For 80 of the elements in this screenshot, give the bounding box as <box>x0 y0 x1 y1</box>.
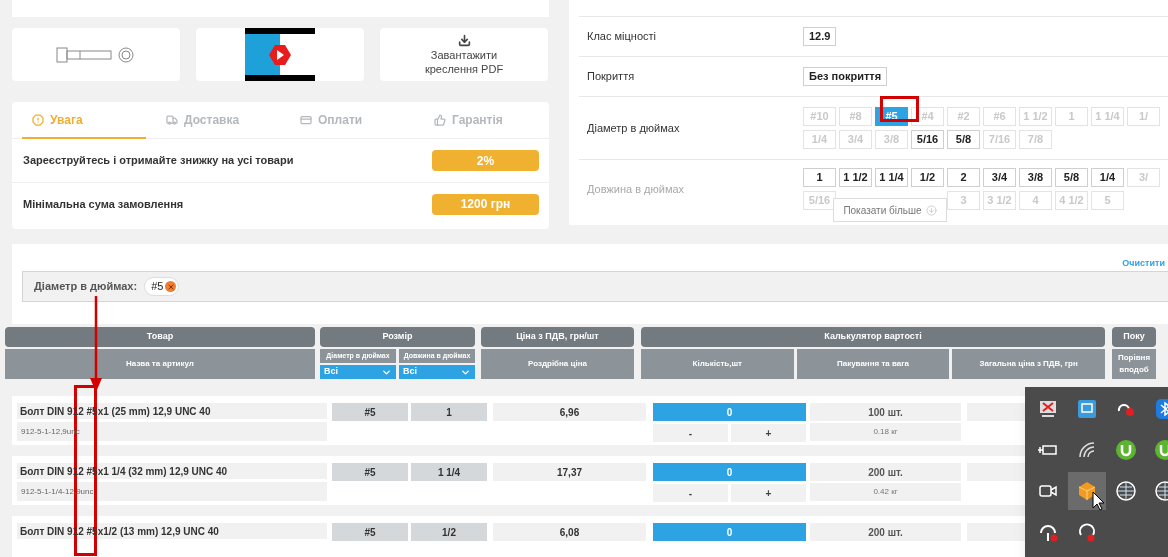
cursor-icon <box>1092 491 1105 511</box>
column-header: Назва та артикул <box>5 349 315 379</box>
option-chip[interactable]: 1 1/4 <box>875 168 908 187</box>
quantity-field[interactable]: 0 <box>653 403 806 421</box>
weight-cell: 0.42 кг <box>810 483 961 501</box>
remove-icon[interactable] <box>165 281 177 292</box>
tab[interactable]: Оплати <box>290 102 414 139</box>
pdf-download-button[interactable]: Завантажити креслення PDF <box>380 28 548 81</box>
video-thumbnail[interactable] <box>245 28 315 81</box>
refresh-icon[interactable] <box>1076 521 1098 543</box>
filter-select[interactable]: Всі <box>399 365 475 379</box>
weight-cell: 0.18 кг <box>810 423 961 441</box>
increment-button[interactable]: + <box>731 484 806 502</box>
table-cell: #5 <box>332 403 408 421</box>
monitor-icon[interactable] <box>1037 398 1059 420</box>
option-chip[interactable]: 1/4 <box>1091 168 1124 187</box>
spec-label: Покриття <box>587 69 636 85</box>
package-cell: 200 шт. <box>810 523 961 541</box>
spec-label: Клас міцності <box>587 29 657 45</box>
price-cell: 17,37 <box>493 463 646 481</box>
group-header: Калькулятор вартості <box>641 327 1105 347</box>
clear-link[interactable]: Очистити <box>1122 257 1168 271</box>
decrement-button[interactable]: - <box>653 424 728 442</box>
spec-label: Діаметр в дюймах <box>587 120 681 136</box>
column-header: Загальна ціна з ПДВ, грн <box>952 349 1105 379</box>
quantity-field[interactable]: 0 <box>653 463 806 481</box>
group-header: Ціна з ПДВ, грн/шт <box>481 327 634 347</box>
filter-chip[interactable]: #5 <box>144 277 180 296</box>
app-icon[interactable] <box>1076 398 1098 420</box>
increment-button[interactable]: + <box>731 424 806 442</box>
quantity-field[interactable]: 0 <box>653 523 806 541</box>
u-letter-icon[interactable] <box>1115 439 1137 461</box>
option-chip[interactable]: 1 <box>803 168 836 187</box>
option-chip[interactable]: 3/8 <box>1019 168 1052 187</box>
filter-label: Діаметр в дюймах: <box>34 279 138 295</box>
truck-icon <box>166 113 178 126</box>
card-icon <box>300 113 312 126</box>
option-chip[interactable]: Без покриття <box>803 67 888 86</box>
option-chip[interactable]: 5/8 <box>1055 168 1088 187</box>
promo-value: 2% <box>432 150 539 171</box>
column-header: Пакування та вага <box>796 349 950 379</box>
thumbs-up-icon <box>434 113 446 126</box>
filter-select[interactable]: Всі <box>320 365 396 379</box>
alert-icon <box>32 113 44 126</box>
option-chip[interactable]: 1/2 <box>911 168 944 187</box>
decrement-button[interactable]: - <box>653 484 728 502</box>
tab[interactable]: Увага <box>22 102 146 139</box>
download-icon <box>457 33 471 47</box>
option-chip[interactable]: 3/4 <box>983 168 1016 187</box>
promo-value: 1200 грн <box>432 193 539 215</box>
group-header: Поку <box>1112 327 1156 347</box>
globe-icon[interactable] <box>1115 480 1137 502</box>
table-cell: 1/2 <box>411 523 487 541</box>
show-more-button[interactable]: Показати більше <box>833 198 947 222</box>
table-cell: #5 <box>332 463 408 481</box>
column-header: Кількість,шт <box>641 349 794 379</box>
arrow-down-icon <box>925 204 937 216</box>
group-header: Товар <box>5 327 315 347</box>
column-header: Роздрібна ціна <box>481 349 634 379</box>
option-chip[interactable]: 5/8 <box>947 130 980 149</box>
option-chip[interactable]: 1 1/2 <box>839 168 872 187</box>
option-chip[interactable]: 2 <box>947 168 980 187</box>
spec-label: Довжина в дюймах <box>587 181 686 197</box>
promo-text: Зареєструйтесь і отримайте знижку на усі товари <box>23 153 294 169</box>
highlight-box <box>880 96 919 122</box>
price-cell: 6,08 <box>493 523 646 541</box>
package-cell: 200 шт. <box>810 463 961 481</box>
tab[interactable]: Доставка <box>156 102 280 139</box>
price-cell: 6,96 <box>493 403 646 421</box>
package-cell: 100 шт. <box>810 403 961 421</box>
table-cell: 1 1/4 <box>411 463 487 481</box>
column-header: Порівня вподоб <box>1112 349 1156 379</box>
group-header: Розмір <box>320 327 475 347</box>
play-icon[interactable] <box>269 44 291 65</box>
table-cell: 1 <box>411 403 487 421</box>
option-chip[interactable]: 12.9 <box>803 27 837 46</box>
promo-text: Мінімальна сума замовлення <box>23 196 184 212</box>
table-cell: #5 <box>332 523 408 541</box>
option-chip[interactable]: 5/16 <box>911 130 944 149</box>
tab[interactable]: Гарантія <box>424 102 548 139</box>
